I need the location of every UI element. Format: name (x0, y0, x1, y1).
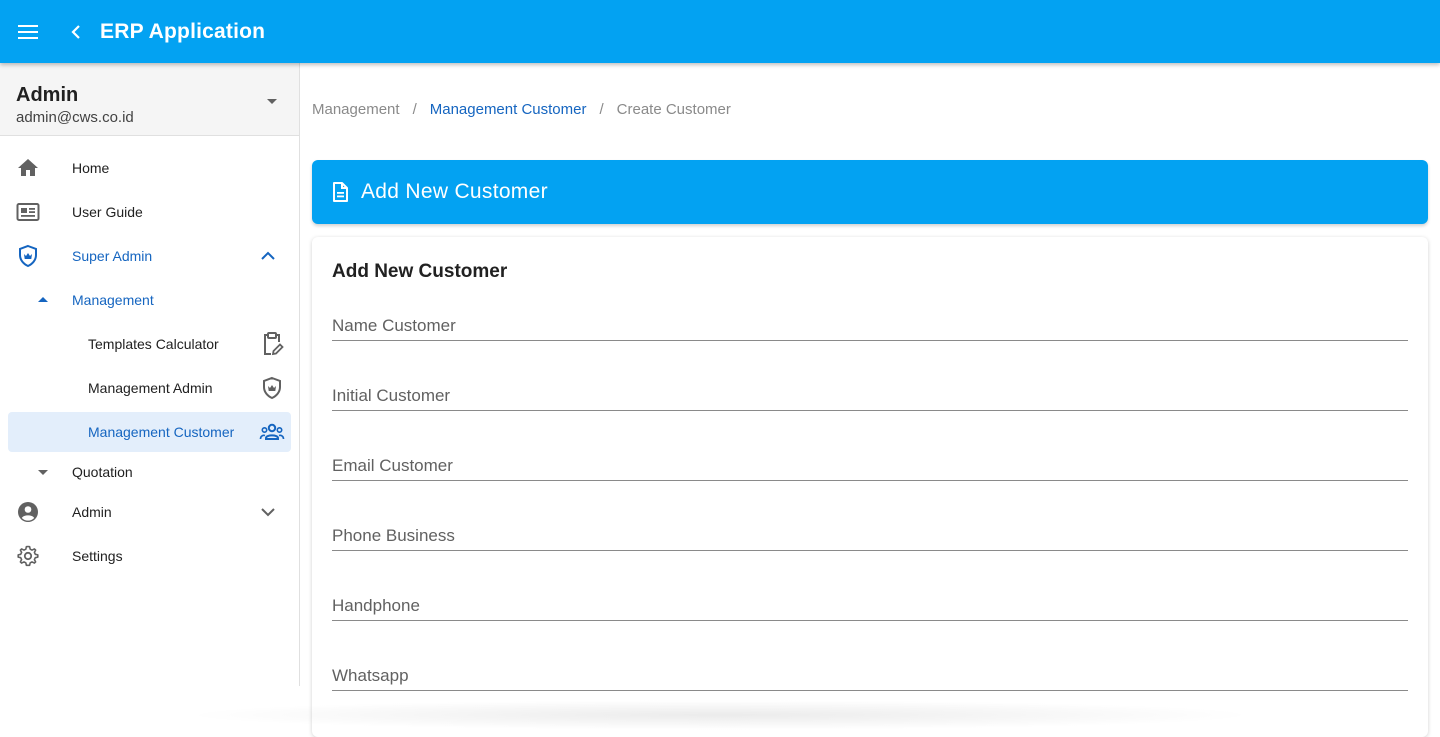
sidebar-item-management-customer[interactable]: Management Customer (8, 412, 291, 452)
whatsapp-field (332, 647, 1408, 691)
breadcrumb-separator: / (412, 101, 417, 118)
handphone-input[interactable] (332, 577, 1408, 620)
caret-down-icon (267, 99, 277, 104)
name-customer-field (332, 297, 1408, 341)
breadcrumb-item-management[interactable]: Management (312, 101, 400, 118)
initial-customer-field (332, 367, 1408, 411)
sidebar-item-management[interactable]: Management (0, 278, 299, 322)
bottom-shadow (180, 700, 1260, 730)
shield-icon (19, 244, 37, 268)
sidebar-item-label: Home (72, 160, 110, 176)
handphone-field (332, 577, 1408, 621)
breadcrumb: Management / Management Customer / Creat… (312, 101, 731, 118)
initial-customer-input[interactable] (332, 367, 1408, 410)
gear-icon (17, 545, 39, 567)
sidebar-nav: Home User Guide Super Admin Management T… (0, 136, 299, 578)
sidebar-item-label: Management Admin (88, 380, 213, 396)
sidebar: Admin admin@cws.co.id Home User Guide Su… (0, 63, 300, 686)
form-title: Add New Customer (332, 261, 508, 282)
account-circle-icon (18, 502, 38, 522)
people-icon (259, 423, 285, 440)
sidebar-item-super-admin[interactable]: Super Admin (0, 234, 299, 278)
profile-header[interactable]: Admin admin@cws.co.id (0, 63, 299, 136)
shield-icon (263, 376, 281, 400)
profile-name: Admin (16, 84, 79, 106)
app-title: ERP Application (100, 19, 266, 43)
main-content: Management / Management Customer / Creat… (300, 63, 1440, 737)
breadcrumb-separator: / (599, 101, 604, 118)
chevron-up-icon (261, 251, 275, 260)
page-banner: Add New Customer (312, 160, 1428, 224)
sidebar-item-label: Settings (72, 548, 123, 564)
sidebar-item-templates-calculator[interactable]: Templates Calculator (0, 322, 299, 366)
sidebar-item-label: User Guide (72, 204, 143, 220)
breadcrumb-item-create-customer: Create Customer (616, 101, 731, 118)
hamburger-menu-button[interactable] (14, 18, 42, 46)
user-guide-icon (16, 203, 40, 221)
triangle-down-icon (38, 470, 48, 475)
back-button[interactable] (64, 18, 88, 46)
clipboard-edit-icon (264, 332, 284, 356)
customer-form-card: Add New Customer (312, 237, 1428, 737)
phone-business-field (332, 507, 1408, 551)
sidebar-item-label: Admin (72, 504, 112, 520)
profile-email: admin@cws.co.id (16, 109, 134, 126)
email-customer-field (332, 437, 1408, 481)
document-icon (333, 182, 348, 202)
phone-business-input[interactable] (332, 507, 1408, 550)
sidebar-item-quotation[interactable]: Quotation (0, 454, 299, 490)
sidebar-item-label: Templates Calculator (88, 336, 219, 352)
sidebar-item-label: Quotation (72, 464, 133, 480)
sidebar-item-settings[interactable]: Settings (0, 534, 299, 578)
whatsapp-input[interactable] (332, 647, 1408, 690)
email-customer-input[interactable] (332, 437, 1408, 480)
sidebar-item-admin[interactable]: Admin (0, 490, 299, 534)
breadcrumb-item-management-customer[interactable]: Management Customer (430, 101, 587, 118)
name-customer-input[interactable] (332, 297, 1408, 340)
banner-title: Add New Customer (361, 180, 548, 203)
sidebar-item-home[interactable]: Home (0, 146, 299, 190)
sidebar-item-label: Management (72, 292, 154, 308)
sidebar-item-label: Management Customer (88, 424, 235, 440)
home-icon (18, 159, 38, 176)
sidebar-item-management-admin[interactable]: Management Admin (0, 366, 299, 410)
chevron-left-icon (71, 24, 80, 39)
menu-icon (18, 24, 38, 39)
chevron-down-icon (261, 508, 275, 517)
sidebar-item-user-guide[interactable]: User Guide (0, 190, 299, 234)
triangle-up-icon (38, 297, 48, 302)
app-bar: ERP Application (0, 0, 1440, 63)
sidebar-item-label: Super Admin (72, 248, 153, 264)
